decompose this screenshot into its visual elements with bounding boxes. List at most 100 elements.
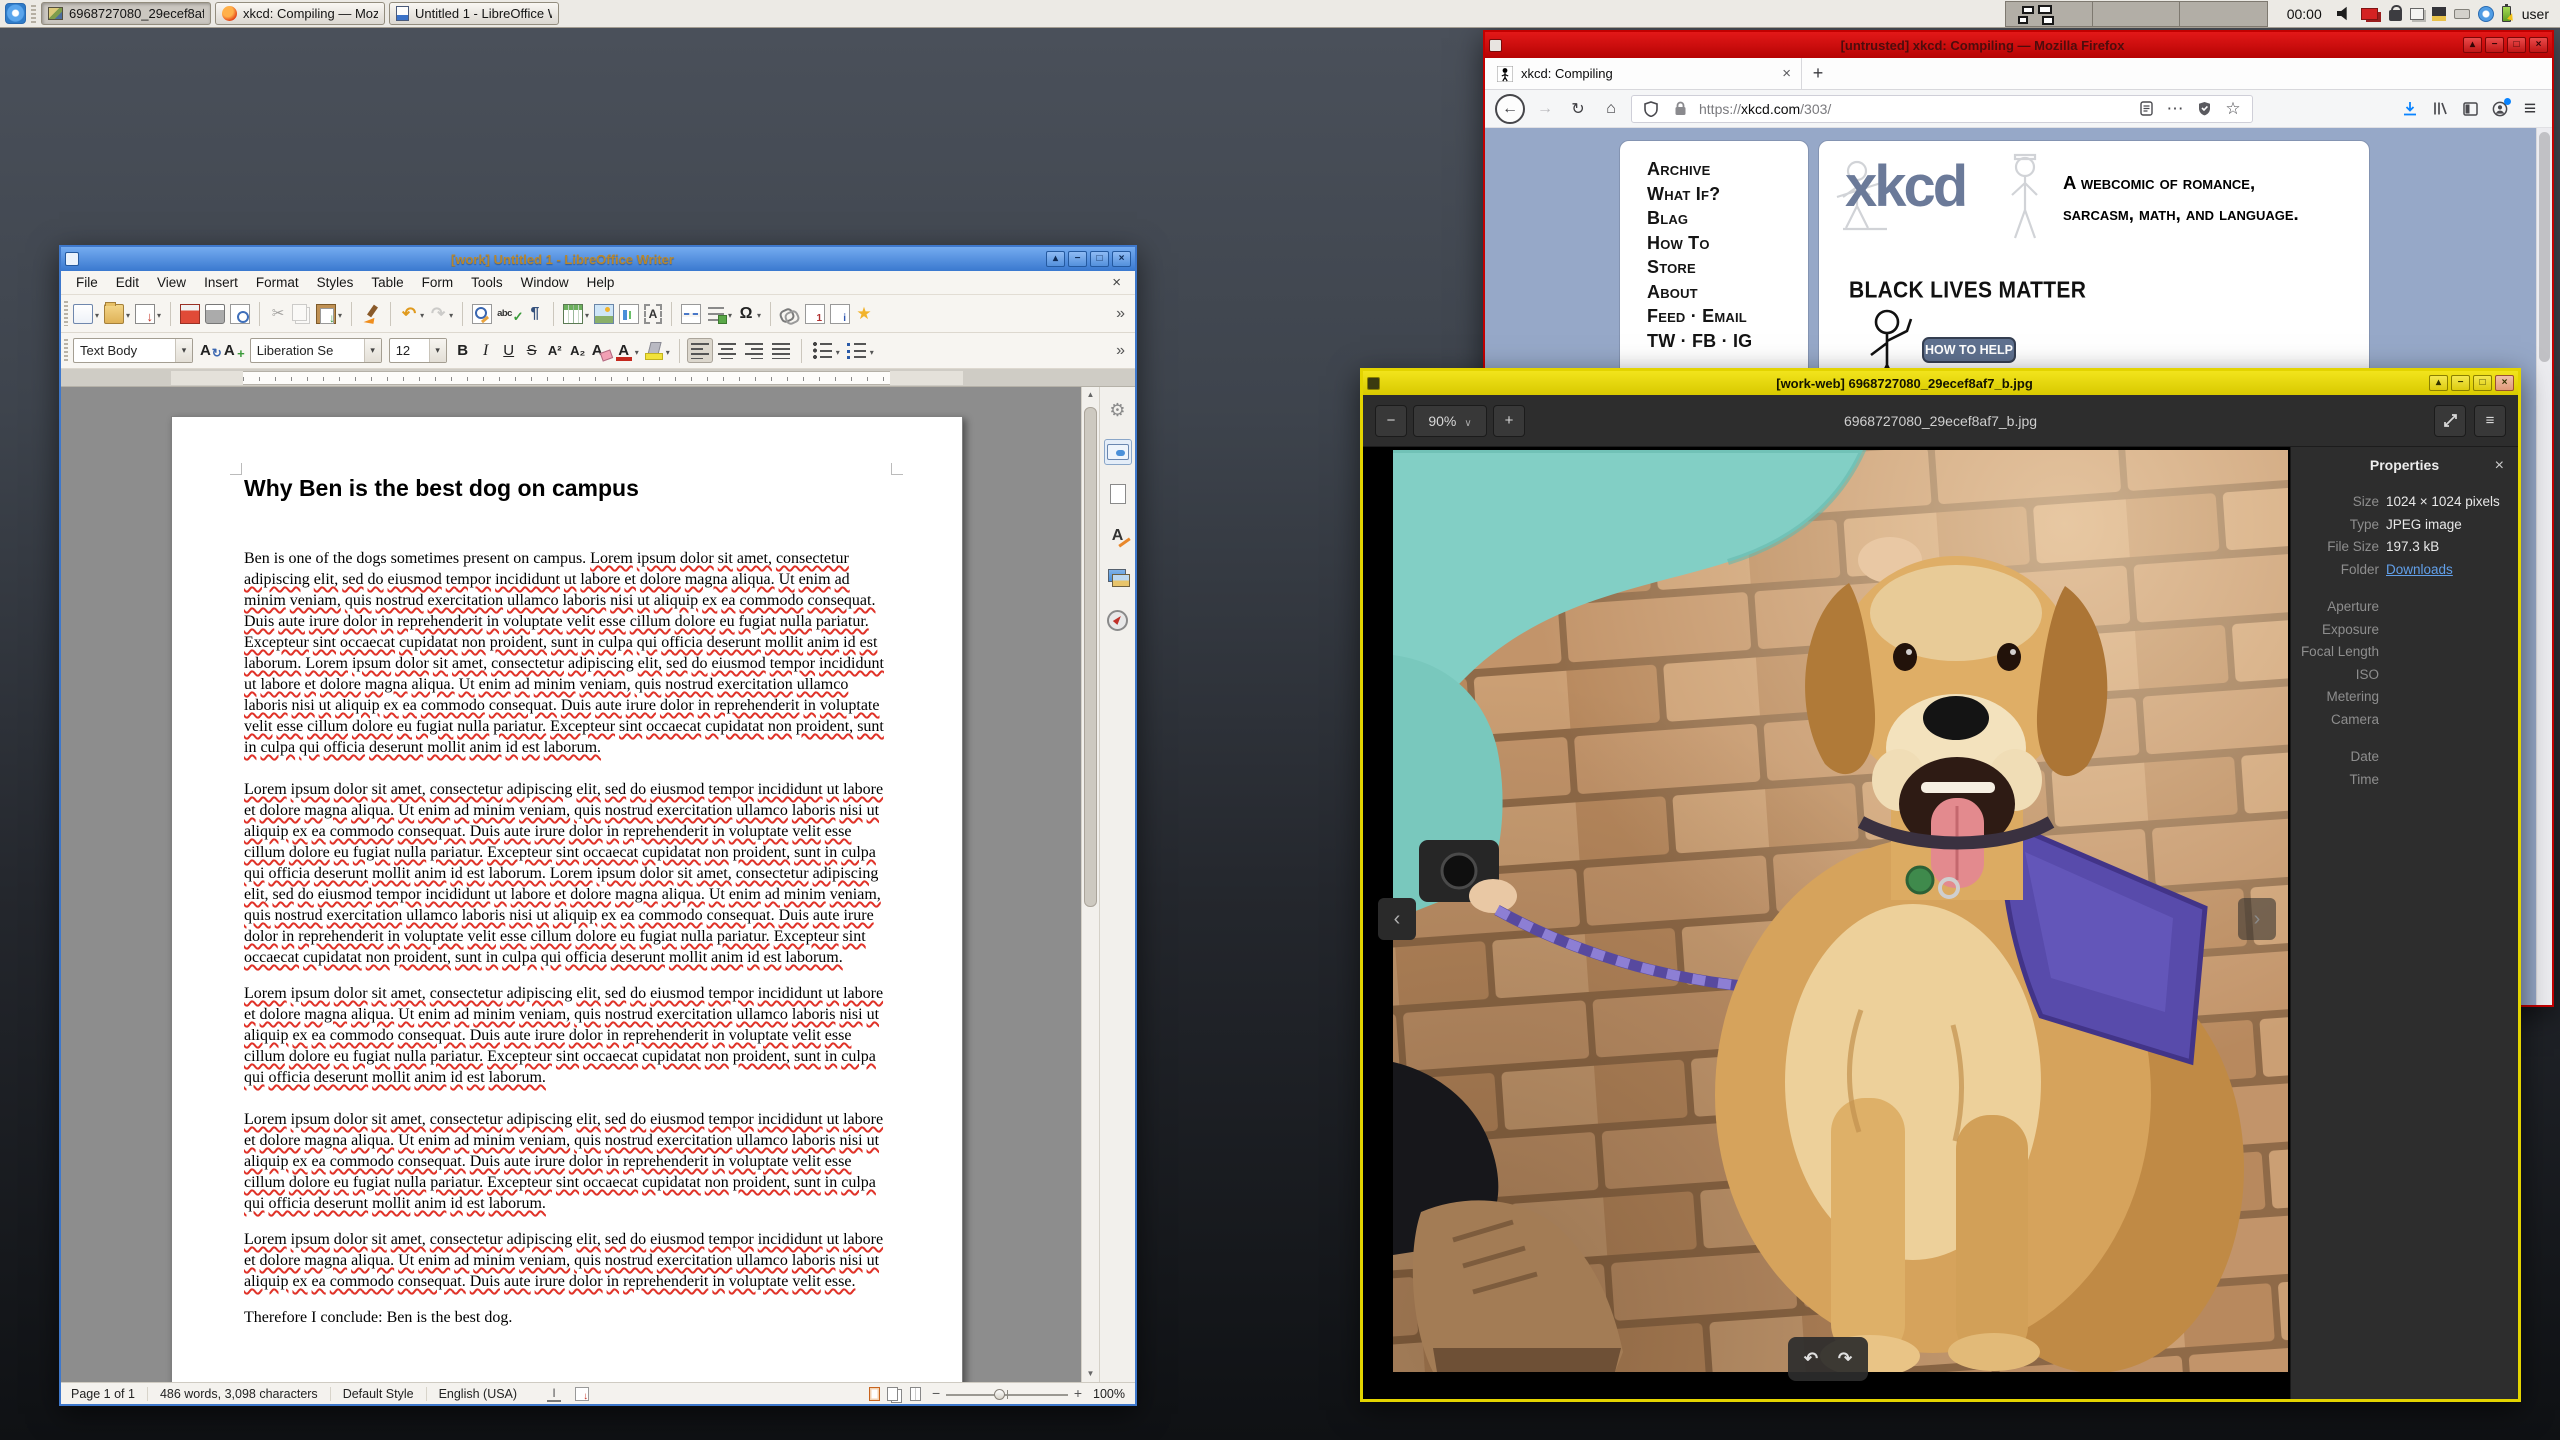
redo-icon[interactable]: ↷: [427, 302, 455, 326]
toolbar-overflow-icon[interactable]: [1110, 305, 1131, 323]
subscript-icon[interactable]: A₂: [567, 339, 589, 363]
minimize-button[interactable]: [2485, 37, 2504, 53]
page-actions-icon[interactable]: [2165, 99, 2185, 119]
align-left-icon[interactable]: [686, 338, 713, 363]
sidebar-page-icon[interactable]: [1104, 481, 1132, 507]
maximize-button[interactable]: [1090, 251, 1109, 267]
dropdown-caret-icon[interactable]: [583, 305, 589, 323]
document-paragraph[interactable]: Therefore I conclude: Ben is the best do…: [244, 1307, 892, 1328]
open-icon[interactable]: [102, 301, 132, 326]
reader-mode-icon[interactable]: [2136, 99, 2156, 119]
insert-endnote-icon[interactable]: [828, 302, 852, 326]
dropdown-caret-icon[interactable]: [664, 342, 670, 360]
page-break-icon[interactable]: [679, 302, 703, 326]
dropdown-caret-icon[interactable]: [868, 342, 874, 360]
photo-area[interactable]: [1363, 447, 2290, 1399]
xkcd-nav-item[interactable]: What If?: [1647, 182, 1808, 207]
dropdown-caret-icon[interactable]: [633, 342, 639, 360]
firefox-titlebar[interactable]: [untrusted] xkcd: Compiling — Mozilla Fi…: [1485, 32, 2552, 58]
copy-icon[interactable]: [290, 302, 313, 326]
scroll-up-icon[interactable]: [1082, 387, 1099, 403]
menu-item[interactable]: Form: [413, 273, 463, 292]
close-button[interactable]: [2529, 37, 2548, 53]
xkcd-nav-item[interactable]: TW · FB · IG: [1647, 329, 1808, 354]
xkcd-nav-item[interactable]: Archive: [1647, 157, 1808, 182]
scroll-down-icon[interactable]: [1082, 1366, 1099, 1382]
tab-close-icon[interactable]: [1782, 65, 1791, 82]
bookmark-star-icon[interactable]: [2223, 99, 2243, 119]
tab-xkcd[interactable]: xkcd: Compiling: [1487, 58, 1802, 89]
removable-media-icon[interactable]: [2431, 6, 2446, 21]
tracking-protection-icon[interactable]: [1641, 99, 1661, 119]
numbered-list-icon[interactable]: [843, 338, 876, 363]
menu-item[interactable]: View: [148, 273, 195, 292]
menu-item[interactable]: File: [67, 273, 107, 292]
previous-image-button[interactable]: [1378, 898, 1416, 940]
document-paragraphs[interactable]: Ben is one of the dogs sometimes present…: [244, 548, 892, 1328]
displays-icon[interactable]: [2360, 7, 2378, 20]
workspace-pager[interactable]: [2004, 0, 2268, 27]
font-name-combo[interactable]: Liberation Se: [249, 338, 382, 363]
close-properties-icon[interactable]: [2495, 457, 2504, 475]
spelling-icon[interactable]: abc: [495, 302, 523, 327]
new-style-icon[interactable]: A: [222, 339, 245, 364]
align-justify-icon[interactable]: [768, 338, 794, 363]
forward-button[interactable]: →: [1532, 96, 1558, 122]
sidebar-settings-icon[interactable]: ⚙: [1104, 397, 1132, 423]
xkcd-nav-item[interactable]: About: [1647, 280, 1808, 305]
bold-icon[interactable]: B: [452, 339, 474, 363]
notes-icon[interactable]: [2409, 7, 2424, 20]
dropdown-caret-icon[interactable]: [834, 342, 840, 360]
minimize-button[interactable]: [2451, 375, 2470, 391]
dropdown-caret-icon[interactable]: [755, 305, 761, 323]
document-text[interactable]: Why Ben is the best dog on campus Ben is…: [244, 475, 892, 1343]
maximize-button[interactable]: [2473, 375, 2492, 391]
xkcd-nav-item[interactable]: How To: [1647, 231, 1808, 256]
sidebar-styles-icon[interactable]: A: [1104, 523, 1132, 549]
document-paragraph[interactable]: Ben is one of the dogs sometimes present…: [244, 548, 892, 758]
save-icon[interactable]: [133, 302, 163, 326]
keyring-lock-icon[interactable]: [2388, 5, 2402, 21]
workspace-1[interactable]: [2005, 1, 2093, 26]
downloads-icon[interactable]: [2400, 99, 2420, 119]
rotate-left-button[interactable]: [1804, 1349, 1818, 1369]
xkcd-logo[interactable]: xkcd: [1845, 153, 1968, 220]
menu-item[interactable]: Styles: [308, 273, 363, 292]
paste-icon[interactable]: [314, 302, 344, 326]
hamburger-menu-icon[interactable]: [2520, 99, 2540, 119]
menu-item[interactable]: Window: [512, 273, 578, 292]
workspace-2[interactable]: [2092, 1, 2180, 26]
page-style[interactable]: Default Style: [343, 1387, 414, 1401]
align-center-icon[interactable]: [714, 338, 740, 363]
text-language[interactable]: English (USA): [439, 1387, 518, 1401]
insert-textbox-icon[interactable]: A: [642, 302, 664, 326]
dropdown-caret-icon[interactable]: [336, 305, 342, 323]
menu-item[interactable]: Tools: [462, 273, 512, 292]
special-character-icon[interactable]: Ω: [735, 302, 763, 326]
insert-image-icon[interactable]: [592, 302, 616, 326]
unsaved-changes-icon[interactable]: [575, 1386, 590, 1402]
zoom-slider[interactable]: [932, 1386, 1082, 1402]
word-count[interactable]: 486 words, 3,098 characters: [160, 1387, 318, 1401]
formatting-marks-icon[interactable]: ¶: [524, 302, 546, 326]
underline-icon[interactable]: U: [498, 339, 520, 363]
font-color-icon[interactable]: A: [613, 339, 641, 363]
window-menu-icon[interactable]: [65, 252, 79, 266]
export-pdf-icon[interactable]: [178, 302, 202, 326]
next-image-button[interactable]: [2238, 898, 2276, 940]
xkcd-nav-item[interactable]: Store: [1647, 255, 1808, 280]
menu-item[interactable]: Insert: [195, 273, 247, 292]
sidebar-gallery-icon[interactable]: [1104, 565, 1132, 591]
close-document-icon[interactable]: [1104, 274, 1129, 291]
minimize-button[interactable]: [1068, 251, 1087, 267]
taskbar-window-writer[interactable]: Untitled 1 - LibreOffice W...: [389, 2, 559, 25]
rotate-right-button[interactable]: [1838, 1349, 1852, 1369]
xkcd-nav-item[interactable]: Feed · Email: [1647, 304, 1808, 329]
viewer-titlebar[interactable]: [work-web] 6968727080_29ecef8af7_b.jpg: [1363, 371, 2518, 395]
dog-photo[interactable]: [1393, 450, 2288, 1372]
maximize-button[interactable]: [2507, 37, 2526, 53]
shade-button[interactable]: [2463, 37, 2482, 53]
dropdown-caret-icon[interactable]: [93, 305, 99, 323]
italic-icon[interactable]: I: [475, 339, 497, 363]
insert-chart-icon[interactable]: [617, 302, 641, 326]
